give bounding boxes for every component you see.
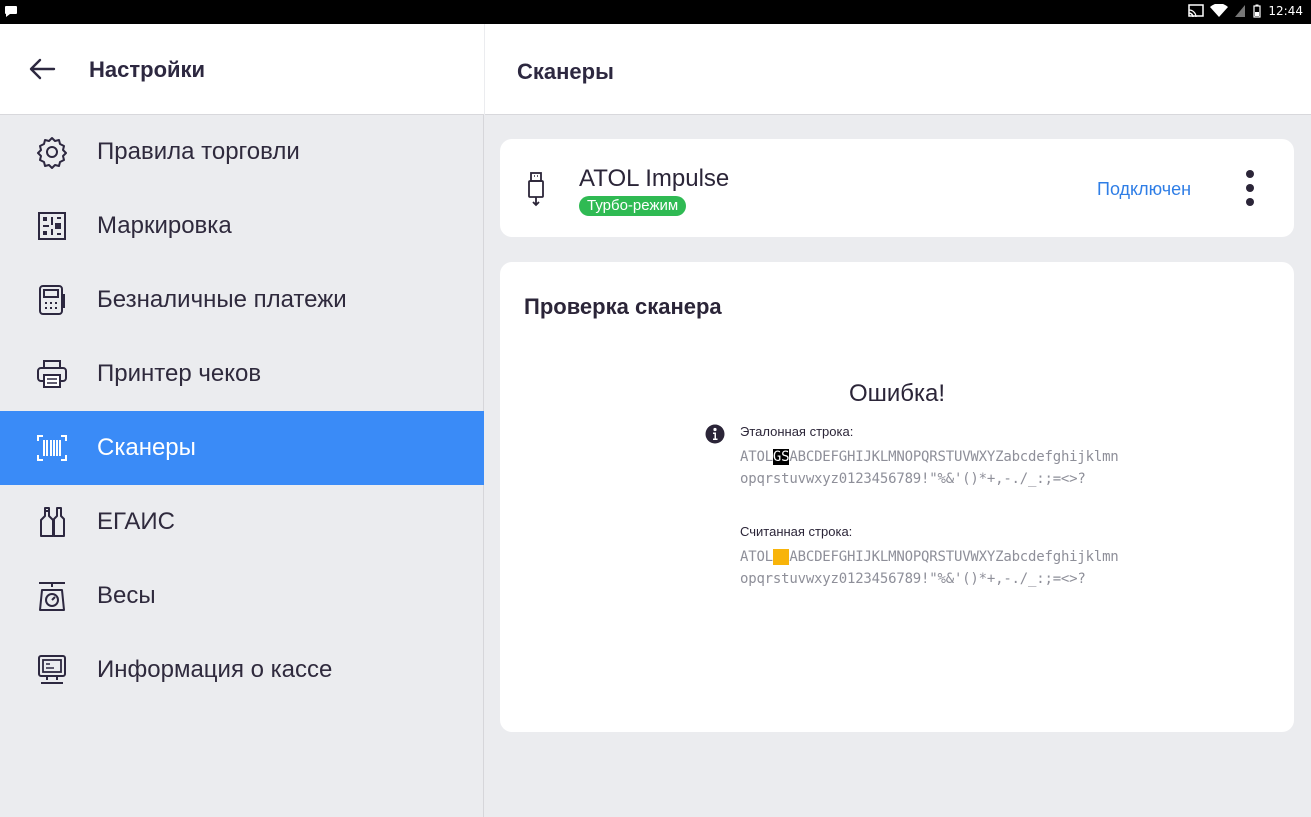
reference-string-label: Эталонная строка: xyxy=(740,424,854,439)
reference-prefix: ATOL xyxy=(740,449,773,465)
barcode-scanner-icon xyxy=(34,430,70,466)
sidebar-item-label: Безналичные платежи xyxy=(97,286,347,313)
status-icons: 12:44 xyxy=(1188,4,1303,18)
sidebar-item-register-info[interactable]: Информация о кассе xyxy=(0,633,484,707)
sidebar-item-egais[interactable]: ЕГАИС xyxy=(0,485,484,559)
cast-icon xyxy=(1188,4,1205,18)
wifi-icon xyxy=(1210,4,1229,17)
scanner-check-title: Проверка сканера xyxy=(524,294,722,319)
sidebar-item-label: Принтер чеков xyxy=(97,360,262,387)
content-header: Сканеры xyxy=(485,24,1311,115)
turbo-mode-badge: Турбо-режим xyxy=(579,196,687,216)
scales-icon xyxy=(34,578,70,614)
check-result: Ошибка! xyxy=(848,380,946,407)
reference-string: ATOLGSABCDEFGHIJKLMNOPQRSTUVWXYZabcdefgh… xyxy=(740,446,1120,490)
arrow-left-icon[interactable] xyxy=(28,57,56,81)
read-string: ATOL ABCDEFGHIJKLMNOPQRSTUVWXYZabcdefghi… xyxy=(740,546,1120,590)
sidebar-item-trade-rules[interactable]: Правила торговли xyxy=(0,115,484,189)
more-vertical-icon[interactable] xyxy=(1242,169,1258,207)
read-string-label: Считанная строка: xyxy=(740,524,853,539)
gear-icon xyxy=(34,134,70,170)
gs-marker: GS xyxy=(772,449,790,465)
device-name: ATOL Impulse xyxy=(579,165,730,192)
sidebar-item-label: Маркировка xyxy=(97,212,232,239)
bottles-icon xyxy=(34,504,70,540)
read-prefix: ATOL xyxy=(740,549,773,565)
cash-register-icon xyxy=(34,652,70,688)
signal-icon xyxy=(1235,5,1246,17)
system-status-bar: 12:44 xyxy=(0,0,1311,24)
info-icon xyxy=(705,424,725,444)
printer-icon xyxy=(34,356,70,392)
sidebar-item-cashless-payments[interactable]: Безналичные платежи xyxy=(0,263,484,337)
sidebar-title: Настройки xyxy=(89,57,206,82)
sidebar-item-marking[interactable]: Маркировка xyxy=(0,189,484,263)
sidebar-item-scales[interactable]: Весы xyxy=(0,559,484,633)
payment-terminal-icon xyxy=(34,282,70,318)
settings-sidebar: Настройки Правила торговли Маркировка Бе… xyxy=(0,24,484,817)
sidebar-item-receipt-printer[interactable]: Принтер чеков xyxy=(0,337,484,411)
sidebar-item-label: Сканеры xyxy=(97,434,196,461)
scanner-device-card[interactable]: ATOL Impulse Турбо-режим Подключен xyxy=(500,139,1294,237)
settings-menu: Правила торговли Маркировка Безналичные … xyxy=(0,115,484,707)
usb-icon xyxy=(528,172,544,207)
clock: 12:44 xyxy=(1268,4,1303,18)
sidebar-header: Настройки xyxy=(0,24,484,115)
battery-icon xyxy=(1253,4,1262,18)
missing-gs-marker xyxy=(772,549,790,565)
notification-icon xyxy=(5,6,17,17)
read-rest: ABCDEFGHIJKLMNOPQRSTUVWXYZabcdefghijklmn… xyxy=(740,549,1119,587)
sidebar-item-label: Правила торговли xyxy=(97,138,300,165)
sidebar-item-scanners[interactable]: Сканеры xyxy=(0,411,484,485)
datamatrix-icon xyxy=(34,208,70,244)
connection-status: Подключен xyxy=(1097,179,1192,199)
sidebar-item-label: Весы xyxy=(97,582,156,609)
sidebar-item-label: ЕГАИС xyxy=(97,508,175,535)
scanner-check-card: Проверка сканера Ошибка! Эталонная строк… xyxy=(500,262,1294,732)
sidebar-item-label: Информация о кассе xyxy=(97,656,333,683)
reference-rest: ABCDEFGHIJKLMNOPQRSTUVWXYZabcdefghijklmn… xyxy=(740,449,1119,487)
page-title: Сканеры xyxy=(517,59,614,84)
